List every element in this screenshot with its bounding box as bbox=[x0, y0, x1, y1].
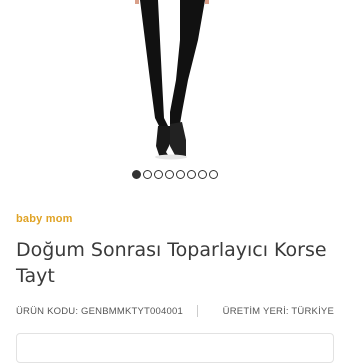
product-origin: ÜRETİM YERİ: TÜRKİYE bbox=[223, 306, 334, 317]
meta-divider bbox=[196, 305, 198, 317]
options-panel[interactable] bbox=[16, 333, 334, 363]
product-meta: ÜRÜN KODU: GENBMMKTYT004001 ÜRETİM YERİ:… bbox=[16, 305, 334, 317]
product-code: ÜRÜN KODU: GENBMMKTYT004001 bbox=[16, 306, 183, 317]
carousel-dot-4[interactable] bbox=[165, 170, 174, 179]
product-code-label: ÜRÜN KODU: bbox=[16, 305, 79, 317]
carousel-dot-8[interactable] bbox=[209, 170, 218, 179]
carousel-dot-7[interactable] bbox=[198, 170, 207, 179]
product-origin-value: TÜRKİYE bbox=[291, 305, 334, 317]
carousel-dot-3[interactable] bbox=[154, 170, 163, 179]
product-title: Doğum Sonrası Toparlayıcı Korse Tayt bbox=[16, 239, 327, 287]
carousel-dot-5[interactable] bbox=[176, 170, 185, 179]
product-origin-label: ÜRETİM YERİ: bbox=[222, 305, 289, 317]
product-code-value: GENBMMKTYT004001 bbox=[81, 305, 183, 317]
product-image[interactable] bbox=[0, 0, 350, 160]
product-photo bbox=[135, 0, 209, 160]
image-carousel-dots bbox=[0, 170, 350, 179]
carousel-dot-6[interactable] bbox=[187, 170, 196, 179]
brand-link[interactable]: baby mom bbox=[16, 213, 73, 225]
carousel-dot-2[interactable] bbox=[143, 170, 152, 179]
carousel-dot-1[interactable] bbox=[132, 170, 141, 179]
